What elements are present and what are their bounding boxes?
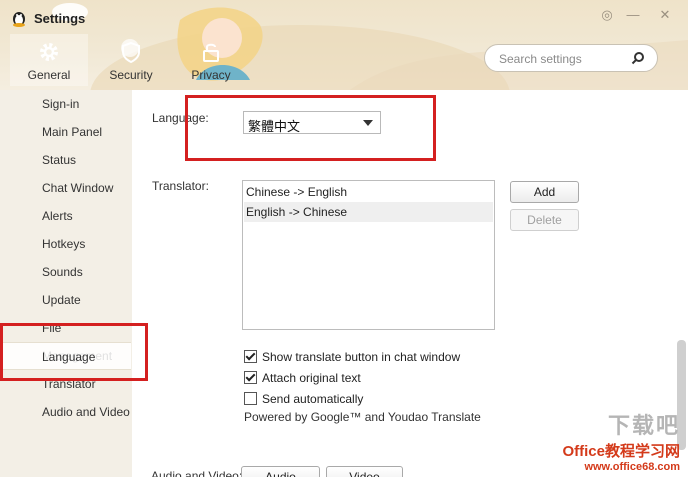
- settings-sidebar: Sign-in Main Panel Status Chat Window Al…: [0, 90, 133, 477]
- tab-privacy[interactable]: Privacy: [172, 34, 250, 86]
- option-label: Show translate button in chat window: [262, 350, 461, 364]
- help-icon[interactable]: ◎: [599, 7, 615, 23]
- delete-button[interactable]: Delete: [510, 209, 579, 231]
- list-item[interactable]: English -> Chinese: [244, 202, 493, 222]
- option-label: Send automatically: [262, 392, 364, 406]
- sidebar-item-status[interactable]: Status: [0, 146, 131, 174]
- search-box[interactable]: [484, 44, 658, 72]
- video-settings-button[interactable]: Video Settings: [326, 466, 403, 477]
- sidebar-item-translator[interactable]: Translator: [0, 370, 131, 398]
- translator-list[interactable]: Chinese -> English English -> Chinese: [242, 180, 495, 330]
- search-icon[interactable]: [631, 51, 645, 65]
- tab-security-label: Security: [109, 68, 153, 82]
- sidebar-item-alerts[interactable]: Alerts: [0, 202, 131, 230]
- chevron-down-icon: [363, 120, 373, 126]
- close-icon[interactable]: ✕: [657, 7, 673, 23]
- audio-settings-button[interactable]: Audio Settings: [241, 466, 320, 477]
- tab-security[interactable]: Security: [92, 34, 170, 86]
- translator-label: Translator:: [152, 179, 209, 193]
- window-title: Settings: [34, 11, 86, 26]
- sidebar-item-file-management[interactable]: File Management: [0, 314, 131, 363]
- send-automatically-checkbox[interactable]: [244, 392, 257, 405]
- powered-by-text: Powered by Google™ and Youdao Translate: [244, 410, 481, 424]
- title-bar: Settings ◎ — ✕ General Security Privacy: [0, 0, 688, 90]
- gear-icon: [40, 43, 58, 61]
- language-select-value: 繁體中文: [248, 119, 301, 134]
- attach-original-checkbox[interactable]: [244, 371, 257, 384]
- sidebar-item-update[interactable]: Update: [0, 286, 131, 314]
- language-select[interactable]: 繁體中文: [243, 111, 381, 134]
- option-attach-original[interactable]: Attach original text: [244, 370, 361, 386]
- language-label: Language:: [152, 111, 209, 125]
- tab-general-label: General: [27, 68, 71, 82]
- watermark-site-name: Office教程学习网: [562, 443, 680, 460]
- search-input[interactable]: [497, 50, 631, 68]
- sidebar-item-sounds[interactable]: Sounds: [0, 258, 131, 286]
- watermark-top: 下载吧: [607, 413, 680, 438]
- sidebar-item-hotkeys[interactable]: Hotkeys: [0, 230, 131, 258]
- minimize-icon[interactable]: —: [625, 7, 641, 23]
- show-translate-checkbox[interactable]: [244, 350, 257, 363]
- sidebar-item-sign-in[interactable]: Sign-in: [0, 90, 131, 118]
- sidebar-item-main-panel[interactable]: Main Panel: [0, 118, 131, 146]
- list-item[interactable]: Chinese -> English: [244, 182, 493, 202]
- watermark: 下载吧 Office教程学习网 www.office68.com: [562, 408, 680, 473]
- watermark-url: www.office68.com: [584, 461, 680, 473]
- sidebar-item-chat-window[interactable]: Chat Window: [0, 174, 131, 202]
- sidebar-item-language[interactable]: Language: [0, 342, 131, 370]
- shield-icon: [122, 41, 140, 64]
- add-button[interactable]: Add: [510, 181, 579, 203]
- penguin-logo-icon: [13, 12, 25, 27]
- option-send-automatically[interactable]: Send automatically: [244, 391, 363, 407]
- audio-video-label: Audio and Video:: [151, 469, 243, 477]
- option-show-translate-button[interactable]: Show translate button in chat window: [244, 349, 460, 365]
- sidebar-item-audio-video[interactable]: Audio and Video: [0, 398, 131, 426]
- tab-privacy-label: Privacy: [191, 68, 231, 82]
- lock-icon: [203, 43, 219, 62]
- tab-general[interactable]: General: [10, 34, 88, 86]
- option-label: Attach original text: [262, 371, 361, 385]
